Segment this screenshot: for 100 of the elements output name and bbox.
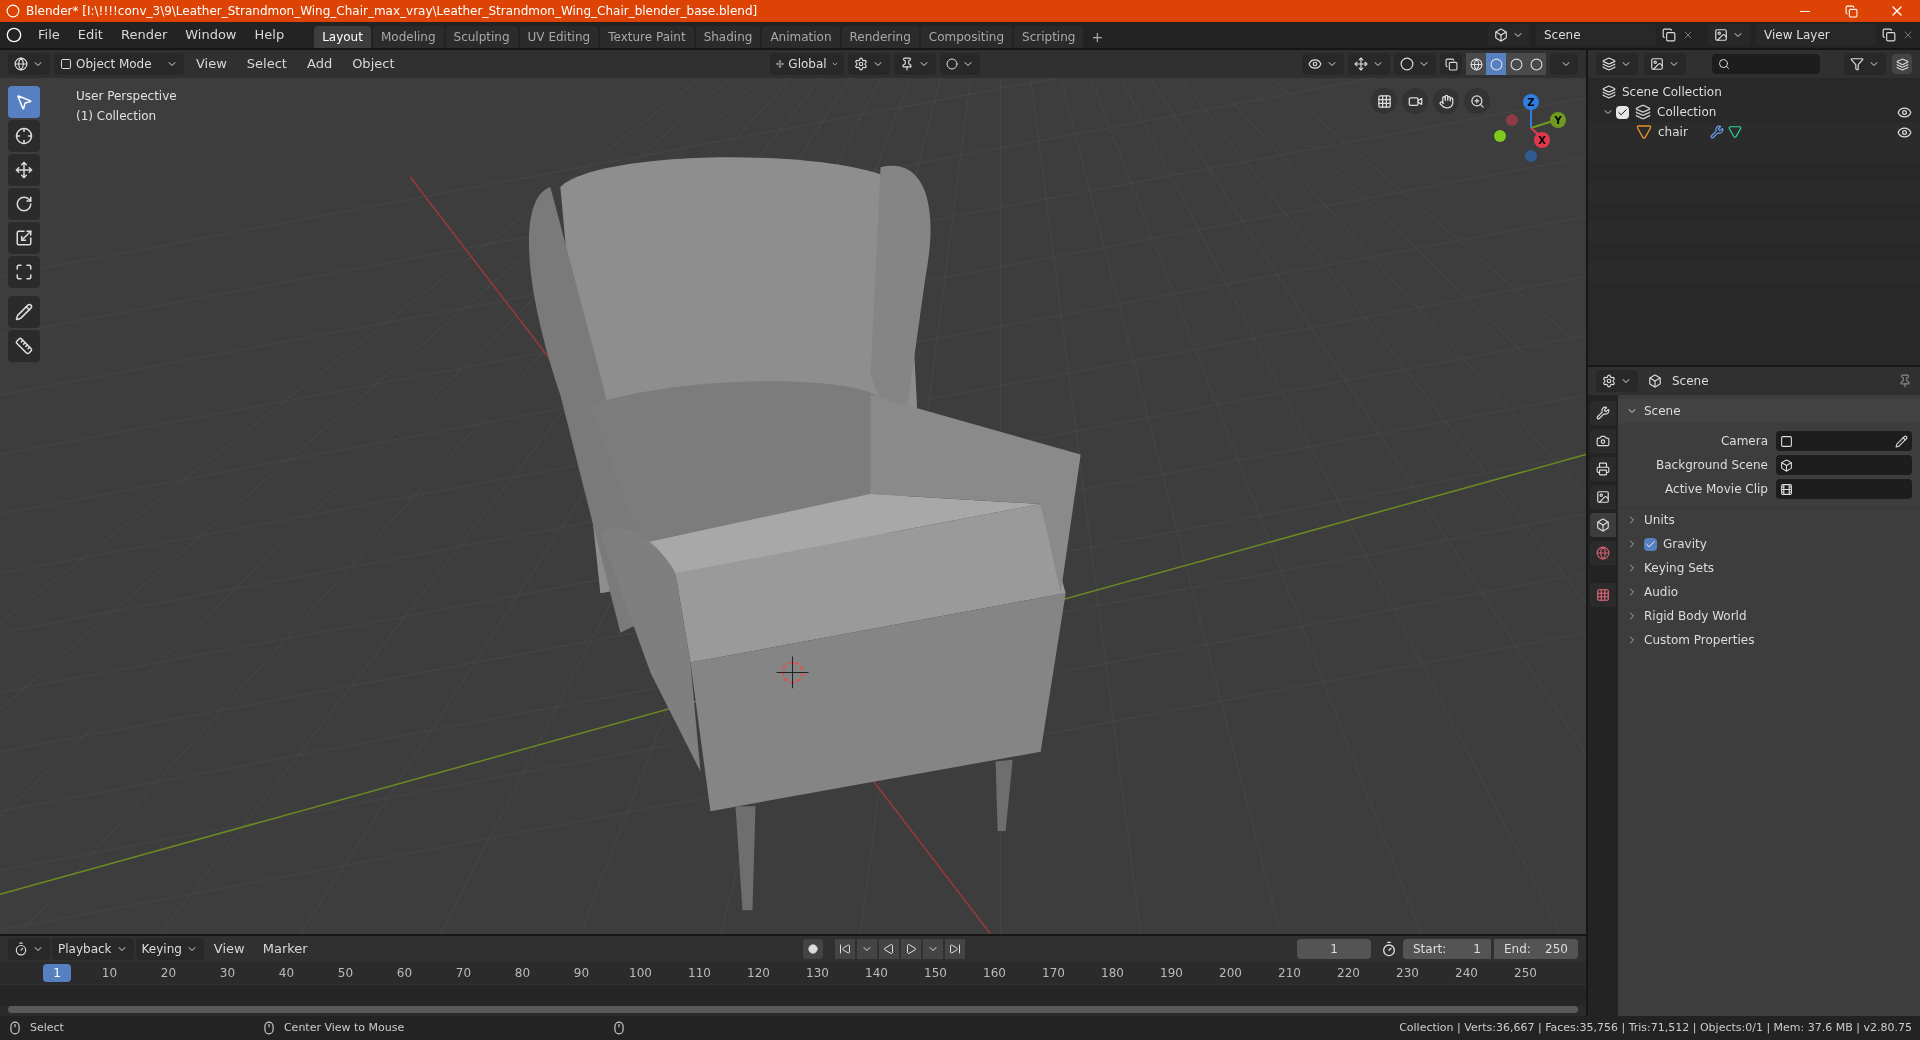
playback-button[interactable] [879, 939, 899, 959]
menu-item[interactable]: Edit [69, 23, 111, 47]
gizmo-x-axis[interactable]: X [1534, 132, 1550, 148]
navigation-button[interactable] [1464, 88, 1490, 114]
menu-item[interactable]: Render [112, 23, 176, 47]
menu-item[interactable]: Select [238, 52, 295, 76]
tool-button[interactable] [8, 256, 40, 288]
playback-button[interactable] [835, 939, 855, 959]
playback-button[interactable] [945, 939, 965, 959]
mode-dropdown[interactable]: Object Mode [54, 53, 184, 75]
tool-button[interactable] [8, 222, 40, 254]
scene-icon [1596, 518, 1610, 532]
gizmo-dropdown[interactable] [1348, 53, 1390, 75]
overlay-dropdown[interactable] [1394, 53, 1436, 75]
new-collection-button[interactable] [1892, 54, 1912, 74]
editor-type-dropdown[interactable] [1596, 370, 1638, 392]
properties-tab[interactable] [1590, 457, 1616, 481]
current-frame-field[interactable]: 1 [1297, 939, 1371, 959]
menu-item[interactable]: Window [177, 23, 245, 47]
navigation-button[interactable] [1371, 88, 1397, 114]
properties-tab[interactable] [1590, 429, 1616, 453]
collapsed-panel[interactable]: Rigid Body World [1618, 604, 1920, 628]
tool-button[interactable] [8, 330, 40, 362]
view-layer-field[interactable]: View Layer [1756, 24, 1876, 46]
properties-tab[interactable] [1590, 401, 1616, 425]
editor-type-dropdown[interactable] [1596, 53, 1638, 75]
tool-button[interactable] [8, 154, 40, 186]
editor-type-dropdown[interactable] [8, 53, 50, 75]
filter-dropdown[interactable] [1844, 53, 1886, 75]
record-button[interactable] [803, 939, 823, 959]
workspace-tab[interactable]: Texture Paint [600, 26, 694, 48]
orientation-dropdown[interactable]: Global [770, 53, 845, 75]
menu-item[interactable]: View [188, 52, 235, 76]
menu-item[interactable]: File [30, 23, 68, 47]
workspace-tab[interactable]: Compositing [920, 26, 1013, 48]
playback-button[interactable] [901, 939, 921, 959]
tool-button[interactable] [8, 296, 40, 328]
outliner-item[interactable]: Collection [1657, 103, 1717, 121]
scene-field[interactable]: Scene [1536, 24, 1656, 46]
workspace-tab[interactable]: Shading [695, 26, 761, 48]
checkbox[interactable] [1616, 105, 1629, 119]
keyframe-track[interactable] [0, 984, 1586, 1006]
tool-button[interactable] [8, 188, 40, 220]
collapsed-panel[interactable]: Units [1618, 508, 1920, 532]
workspace-tab[interactable]: Sculpting [445, 26, 518, 48]
menu-item[interactable]: View [205, 937, 253, 961]
object-mode-icon [60, 58, 72, 70]
property-field[interactable] [1776, 455, 1912, 475]
shading-dropdown[interactable] [1550, 53, 1578, 75]
material-shading-button[interactable] [1506, 53, 1526, 75]
start-frame-field[interactable]: Start: 1 [1403, 939, 1491, 959]
properties-tab[interactable] [1590, 485, 1616, 509]
scene-type-dropdown[interactable] [1488, 24, 1530, 46]
visibility-eye[interactable] [1897, 104, 1912, 120]
outliner-item[interactable]: Scene Collection [1622, 83, 1722, 101]
rendered-shading-button[interactable] [1526, 53, 1546, 75]
menu-item[interactable]: Marker [254, 937, 316, 961]
gizmo-z-axis[interactable]: Z [1523, 94, 1539, 110]
check-icon [1645, 538, 1656, 550]
proportional-dropdown[interactable] [940, 53, 981, 75]
snap-dropdown[interactable] [894, 53, 937, 75]
frame-number: 130 [805, 965, 830, 982]
timeline-menu[interactable]: Keying [135, 938, 204, 960]
tool-button[interactable] [8, 120, 40, 152]
property-field[interactable] [1776, 479, 1912, 499]
workspace-tab[interactable]: Animation [762, 26, 840, 48]
wireframe-shading-button[interactable] [1466, 53, 1486, 75]
visibility-dropdown[interactable] [1302, 53, 1344, 75]
gizmo-y-axis[interactable]: Y [1550, 112, 1566, 128]
properties-tab[interactable] [1590, 513, 1616, 537]
panel-checkbox[interactable] [1644, 537, 1657, 551]
frame-number[interactable]: 1 [43, 964, 71, 982]
workspace-tab[interactable]: UV Editing [519, 26, 599, 48]
collapsed-panel[interactable]: Keying Sets [1618, 556, 1920, 580]
outliner-item[interactable]: chair [1658, 123, 1688, 141]
editor-type-dropdown[interactable] [8, 938, 50, 960]
xray-button[interactable] [1440, 53, 1462, 75]
panel-header[interactable]: Scene [1618, 399, 1920, 423]
pivot-dropdown[interactable] [848, 53, 891, 75]
navigation-button[interactable] [1433, 88, 1459, 114]
workspace-tab[interactable]: Scripting [1014, 26, 1084, 48]
menu-item[interactable]: Help [246, 23, 293, 47]
timeline-menu[interactable]: Playback [52, 938, 134, 960]
collapsed-panel[interactable]: Custom Properties [1618, 628, 1920, 652]
horizontal-scrollbar[interactable] [8, 1006, 1578, 1013]
navigation-button[interactable] [1402, 88, 1428, 114]
workspace-tab[interactable]: Modeling [372, 26, 444, 48]
view-layer-type-dropdown[interactable] [1708, 24, 1750, 46]
visibility-eye[interactable] [1897, 124, 1912, 140]
menu-item[interactable]: Add [298, 52, 341, 76]
add-workspace-button[interactable]: + [1085, 26, 1110, 48]
menu-item[interactable]: Object [344, 52, 403, 76]
collapsed-panel[interactable]: Audio [1618, 580, 1920, 604]
workspace-tab[interactable]: Rendering [841, 26, 919, 48]
property-field[interactable] [1776, 431, 1912, 451]
end-frame-field[interactable]: End: 250 [1494, 939, 1578, 959]
display-mode-dropdown[interactable] [1644, 53, 1686, 75]
collapsed-panel[interactable]: Gravity [1618, 532, 1920, 556]
workspace-tab[interactable]: Layout [314, 26, 371, 48]
search-field[interactable] [1712, 54, 1820, 74]
